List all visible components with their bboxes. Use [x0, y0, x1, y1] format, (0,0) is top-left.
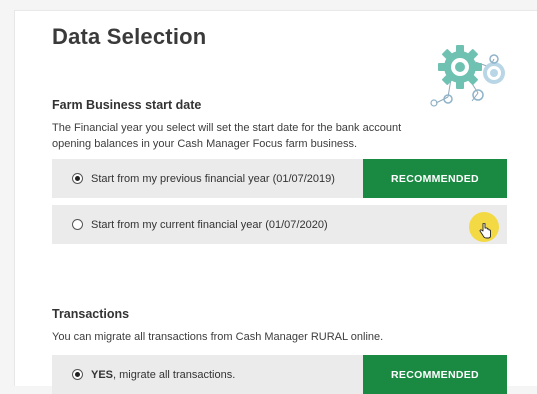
- gears-icon: [430, 45, 505, 107]
- option-current-financial-year[interactable]: Start from my current financial year (01…: [52, 205, 507, 244]
- recommended-badge: RECOMMENDED: [363, 355, 507, 394]
- hand-pointer-icon: [479, 223, 491, 239]
- farm-business-heading: Farm Business start date: [52, 98, 202, 112]
- radio-previous-financial-year[interactable]: [72, 173, 83, 184]
- transactions-heading: Transactions: [52, 307, 130, 321]
- option-migrate-all-transactions[interactable]: YES, migrate all transactions. RECOMMEND…: [52, 355, 507, 394]
- option-label: Start from my current financial year (01…: [91, 218, 328, 231]
- radio-current-financial-year[interactable]: [72, 219, 83, 230]
- transactions-description: You can migrate all transactions from Ca…: [52, 331, 384, 343]
- option-label: YES, migrate all transactions.: [91, 369, 235, 381]
- option-label-bold: YES: [91, 368, 114, 381]
- option-previous-financial-year[interactable]: Start from my previous financial year (0…: [52, 159, 507, 198]
- recommended-badge: RECOMMENDED: [363, 159, 507, 198]
- radio-migrate-all-yes[interactable]: [72, 369, 83, 380]
- option-label: Start from my previous financial year (0…: [91, 172, 335, 185]
- page-title: Data Selection: [52, 24, 207, 49]
- farm-business-description: The Financial year you select will set t…: [52, 122, 402, 150]
- option-label-rest: , migrate all transactions.: [113, 368, 236, 381]
